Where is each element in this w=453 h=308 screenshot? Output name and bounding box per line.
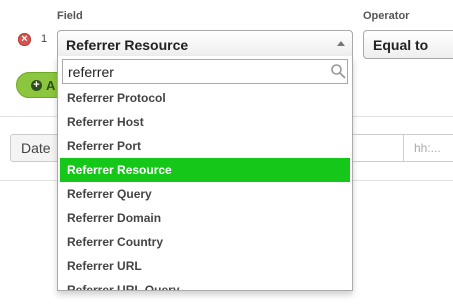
dropdown-search-input[interactable] (62, 59, 348, 84)
field-column-label: Field (57, 10, 83, 22)
dropdown-option[interactable]: Referrer URL (60, 254, 350, 278)
operator-select-value: Equal to (373, 37, 429, 53)
operator-column-label: Operator (363, 10, 410, 22)
time-input-placeholder: hh:... (414, 141, 441, 155)
field-dropdown: Referrer Protocol Referrer Host Referrer… (57, 56, 353, 291)
add-filter-label: A (46, 78, 56, 93)
operator-select[interactable]: Equal to (363, 30, 453, 59)
plus-circle-icon: + (31, 80, 42, 91)
dropdown-option[interactable]: Referrer URL Query (60, 278, 350, 290)
date-filter-label: Date (21, 140, 51, 156)
filter-row-number: 1 (41, 33, 48, 45)
dropdown-options-list: Referrer Protocol Referrer Host Referrer… (60, 86, 350, 290)
field-select-value: Referrer Resource (66, 37, 189, 53)
dropdown-option[interactable]: Referrer Host (60, 110, 350, 134)
dropdown-option-highlighted[interactable]: Referrer Resource (60, 158, 350, 182)
date-filter-label-box: Date (10, 134, 60, 162)
caret-up-icon (337, 41, 345, 46)
remove-filter-icon[interactable]: × (18, 33, 31, 46)
dropdown-option[interactable]: Referrer Port (60, 134, 350, 158)
dropdown-option[interactable]: Referrer Country (60, 230, 350, 254)
time-input[interactable]: hh:... (403, 134, 453, 162)
field-select[interactable]: Referrer Resource (57, 30, 353, 57)
dropdown-option[interactable]: Referrer Domain (60, 206, 350, 230)
dropdown-option[interactable]: Referrer Query (60, 182, 350, 206)
search-icon (331, 64, 346, 79)
dropdown-option[interactable]: Referrer Protocol (60, 86, 350, 110)
date-input[interactable] (353, 134, 403, 162)
